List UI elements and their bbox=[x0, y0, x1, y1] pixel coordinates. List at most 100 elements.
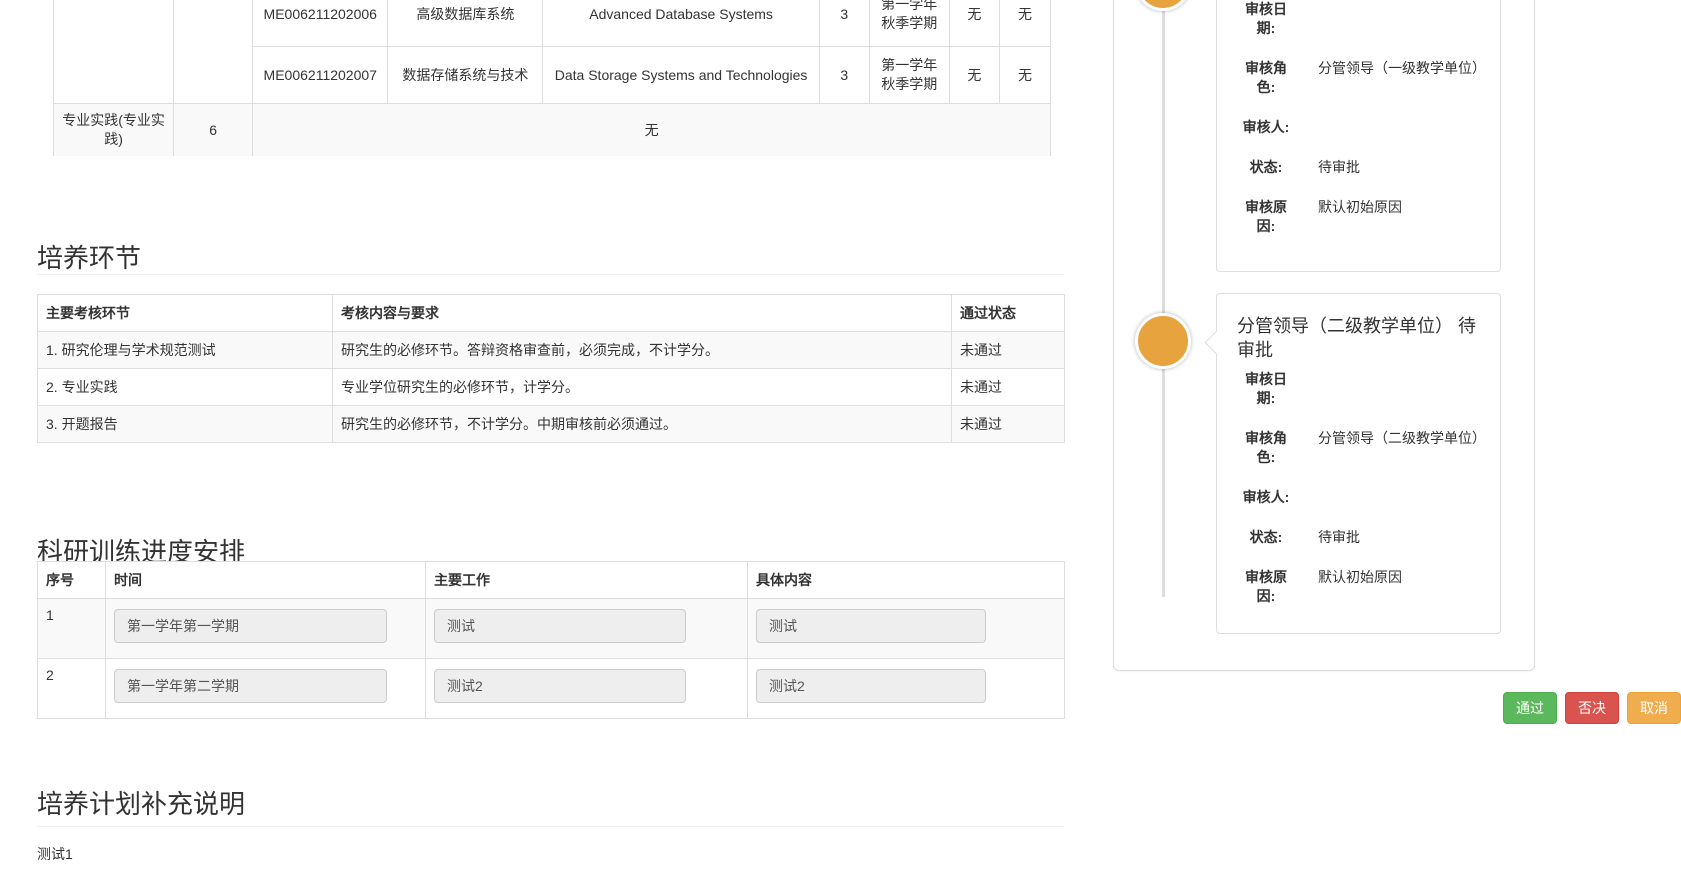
audit-field: 审核日期: bbox=[1237, 0, 1492, 38]
audit-card-title: 分管领导（二级教学单位） 待审批 bbox=[1237, 314, 1489, 362]
column-header: 考核内容与要求 bbox=[333, 295, 952, 332]
audit-field: 审核日期: bbox=[1237, 370, 1492, 408]
table-row: 3. 开题报告 研究生的必修环节，不计学分。中期审核前必须通过。 未通过 bbox=[38, 406, 1065, 443]
column-header: 具体内容 bbox=[748, 562, 1065, 599]
audit-card: 分管领导（二级教学单位） 待审批 审核日期: 审核角色: 分管领导（二级教学单位… bbox=[1216, 293, 1501, 634]
step-requirement: 研究生的必修环节。答辩资格审查前，必须完成，不计学分。 bbox=[333, 332, 952, 369]
section-divider bbox=[37, 826, 1064, 827]
course-semester: 第一学年秋季学期 bbox=[869, 47, 949, 104]
column-header: 主要工作 bbox=[426, 562, 748, 599]
section-title-supplement: 培养计划补充说明 bbox=[37, 788, 245, 820]
timeline-line bbox=[1162, 0, 1165, 597]
cancel-button[interactable]: 取消 bbox=[1627, 692, 1681, 724]
course-exempt: 无 bbox=[949, 47, 999, 104]
course-exempt: 无 bbox=[999, 0, 1050, 47]
course-credit-group-cell bbox=[174, 0, 253, 104]
audit-field-value: 默认初始原因 bbox=[1318, 198, 1492, 217]
course-semester: 第一学年秋季学期 bbox=[869, 0, 949, 47]
audit-field-label: 审核日期: bbox=[1239, 370, 1293, 408]
training-plan-page: ME006211202006 高级数据库系统 Advanced Database… bbox=[0, 0, 1681, 873]
table-row: 专业实践(专业实践) 6 无 bbox=[54, 104, 1051, 157]
table-row: 1. 研究伦理与学术规范测试 研究生的必修环节。答辩资格审查前，必须完成，不计学… bbox=[38, 332, 1065, 369]
course-credits: 3 bbox=[819, 47, 869, 104]
audit-field: 状态: 待审批 bbox=[1237, 528, 1492, 547]
step-name: 2. 专业实践 bbox=[38, 369, 333, 406]
course-credits: 3 bbox=[819, 0, 869, 47]
table-header-row: 序号 时间 主要工作 具体内容 bbox=[38, 562, 1065, 599]
audit-field-value: 默认初始原因 bbox=[1318, 568, 1492, 587]
schedule-detail-input bbox=[756, 669, 986, 703]
course-name: 数据存储系统与技术 bbox=[388, 47, 543, 104]
table-row: ME006211202006 高级数据库系统 Advanced Database… bbox=[54, 0, 1051, 47]
course-table: ME006211202006 高级数据库系统 Advanced Database… bbox=[53, 0, 1051, 156]
practice-content: 无 bbox=[253, 104, 1051, 157]
step-requirement: 专业学位研究生的必修环节，计学分。 bbox=[333, 369, 952, 406]
course-name-en: Advanced Database Systems bbox=[543, 0, 819, 47]
column-header: 通过状态 bbox=[952, 295, 1065, 332]
step-status: 未通过 bbox=[952, 406, 1065, 443]
audit-field-value: 待审批 bbox=[1318, 158, 1492, 177]
table-row: 1 bbox=[38, 599, 1065, 659]
audit-field-value: 分管领导（二级教学单位） bbox=[1318, 429, 1492, 448]
step-name: 3. 开题报告 bbox=[38, 406, 333, 443]
audit-field: 审核原因: 默认初始原因 bbox=[1237, 198, 1492, 236]
timeline-node-icon bbox=[1135, 0, 1191, 11]
approve-button[interactable]: 通过 bbox=[1503, 692, 1557, 724]
table-row: 2. 专业实践 专业学位研究生的必修环节，计学分。 未通过 bbox=[38, 369, 1065, 406]
course-code: ME006211202007 bbox=[253, 47, 388, 104]
course-table-container: ME006211202006 高级数据库系统 Advanced Database… bbox=[53, 0, 1051, 156]
schedule-work-input bbox=[434, 669, 686, 703]
audit-field-label: 状态: bbox=[1239, 158, 1293, 177]
course-exempt: 无 bbox=[999, 47, 1050, 104]
step-status: 未通过 bbox=[952, 369, 1065, 406]
course-name-en: Data Storage Systems and Technologies bbox=[543, 47, 819, 104]
audit-field: 审核原因: 默认初始原因 bbox=[1237, 568, 1492, 606]
audit-field-label: 审核日期: bbox=[1239, 0, 1293, 38]
reject-button[interactable]: 否决 bbox=[1565, 692, 1619, 724]
course-name: 高级数据库系统 bbox=[388, 0, 543, 47]
table-header-row: 主要考核环节 考核内容与要求 通过状态 bbox=[38, 295, 1065, 332]
schedule-detail-input bbox=[756, 609, 986, 643]
research-schedule-table: 序号 时间 主要工作 具体内容 1 2 bbox=[37, 561, 1065, 719]
schedule-time-input bbox=[114, 669, 387, 703]
audit-card: 审核日期: 审核角色: 分管领导（一级教学单位） 审核人: 状态: 待审批 审核… bbox=[1216, 0, 1501, 272]
section-divider bbox=[37, 274, 1064, 275]
section-title-training-steps: 培养环节 bbox=[37, 242, 141, 274]
audit-field-label: 审核人: bbox=[1239, 488, 1293, 507]
step-status: 未通过 bbox=[952, 332, 1065, 369]
course-exempt: 无 bbox=[949, 0, 999, 47]
schedule-index: 1 bbox=[38, 599, 106, 659]
table-row: 2 bbox=[38, 659, 1065, 719]
audit-field: 审核人: bbox=[1237, 118, 1492, 137]
schedule-time-input bbox=[114, 609, 387, 643]
audit-field-label: 审核人: bbox=[1239, 118, 1293, 137]
audit-field: 状态: 待审批 bbox=[1237, 158, 1492, 177]
audit-actions: 通过 否决 取消 bbox=[1503, 692, 1681, 724]
timeline-node-icon bbox=[1135, 313, 1191, 369]
practice-credits: 6 bbox=[174, 104, 253, 157]
audit-field: 审核角色: 分管领导（二级教学单位） bbox=[1237, 429, 1492, 467]
audit-field-label: 审核角色: bbox=[1239, 59, 1293, 97]
supplement-content: 测试1 bbox=[37, 844, 73, 864]
training-steps-table: 主要考核环节 考核内容与要求 通过状态 1. 研究伦理与学术规范测试 研究生的必… bbox=[37, 294, 1065, 443]
step-requirement: 研究生的必修环节，不计学分。中期审核前必须通过。 bbox=[333, 406, 952, 443]
practice-category: 专业实践(专业实践) bbox=[54, 104, 174, 157]
card-arrow-notch bbox=[1204, 330, 1228, 354]
column-header: 主要考核环节 bbox=[38, 295, 333, 332]
audit-flow-panel: 审核日期: 审核角色: 分管领导（一级教学单位） 审核人: 状态: 待审批 审核… bbox=[1113, 0, 1535, 671]
audit-field-label: 审核原因: bbox=[1239, 568, 1293, 606]
course-code: ME006211202006 bbox=[253, 0, 388, 47]
audit-field-value: 分管领导（一级教学单位） bbox=[1318, 59, 1492, 78]
audit-field-label: 状态: bbox=[1239, 528, 1293, 547]
step-name: 1. 研究伦理与学术规范测试 bbox=[38, 332, 333, 369]
schedule-work-input bbox=[434, 609, 686, 643]
audit-field: 审核角色: 分管领导（一级教学单位） bbox=[1237, 59, 1492, 97]
audit-field: 审核人: bbox=[1237, 488, 1492, 507]
audit-field-label: 审核原因: bbox=[1239, 198, 1293, 236]
schedule-index: 2 bbox=[38, 659, 106, 719]
audit-field-label: 审核角色: bbox=[1239, 429, 1293, 467]
audit-field-value: 待审批 bbox=[1318, 528, 1492, 547]
column-header: 序号 bbox=[38, 562, 106, 599]
course-category-cell bbox=[54, 0, 174, 104]
column-header: 时间 bbox=[106, 562, 426, 599]
